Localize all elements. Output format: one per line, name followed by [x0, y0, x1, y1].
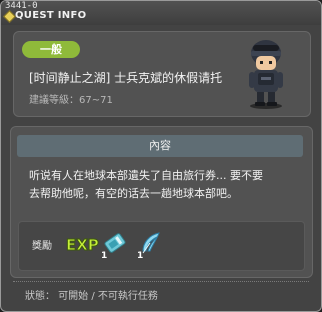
item-count: 1	[137, 251, 144, 261]
description-line: 听说有人在地球本部遺失了自由旅行券... 要不要	[29, 169, 263, 182]
quest-title: [时间静止之湖] 士兵克斌的休假请托	[29, 71, 223, 85]
category-badge: 一般	[22, 41, 80, 58]
recommended-level: 建議等級：67~71	[29, 95, 113, 106]
item-count: 1	[101, 251, 108, 261]
description-line: 去帮助他呢，有空的话去一趟地球本部吧。	[29, 187, 238, 200]
quest-diamond-icon	[3, 10, 16, 23]
content-header: 內容	[17, 135, 303, 157]
window-title: QUEST INFO	[15, 10, 87, 21]
divider	[13, 281, 309, 283]
title-bar[interactable]: 3441-0 QUEST INFO	[1, 1, 321, 25]
svg-text:EXP: EXP	[66, 236, 99, 254]
reward-label: 獎勵	[32, 241, 52, 252]
quest-description: 听说有人在地球本部遺失了自由旅行券... 要不要 去帮助他呢，有空的话去一趟地球…	[29, 167, 299, 203]
exp-icon: EXP	[66, 236, 100, 255]
quest-info-window: 3441-0 QUEST INFO 一般 [时间静止之湖] 士兵克斌的休假请托 …	[0, 0, 322, 312]
quest-status: 狀態： 可開始 / 不可執行任務	[25, 291, 158, 302]
npc-soldier-portrait	[249, 40, 283, 109]
